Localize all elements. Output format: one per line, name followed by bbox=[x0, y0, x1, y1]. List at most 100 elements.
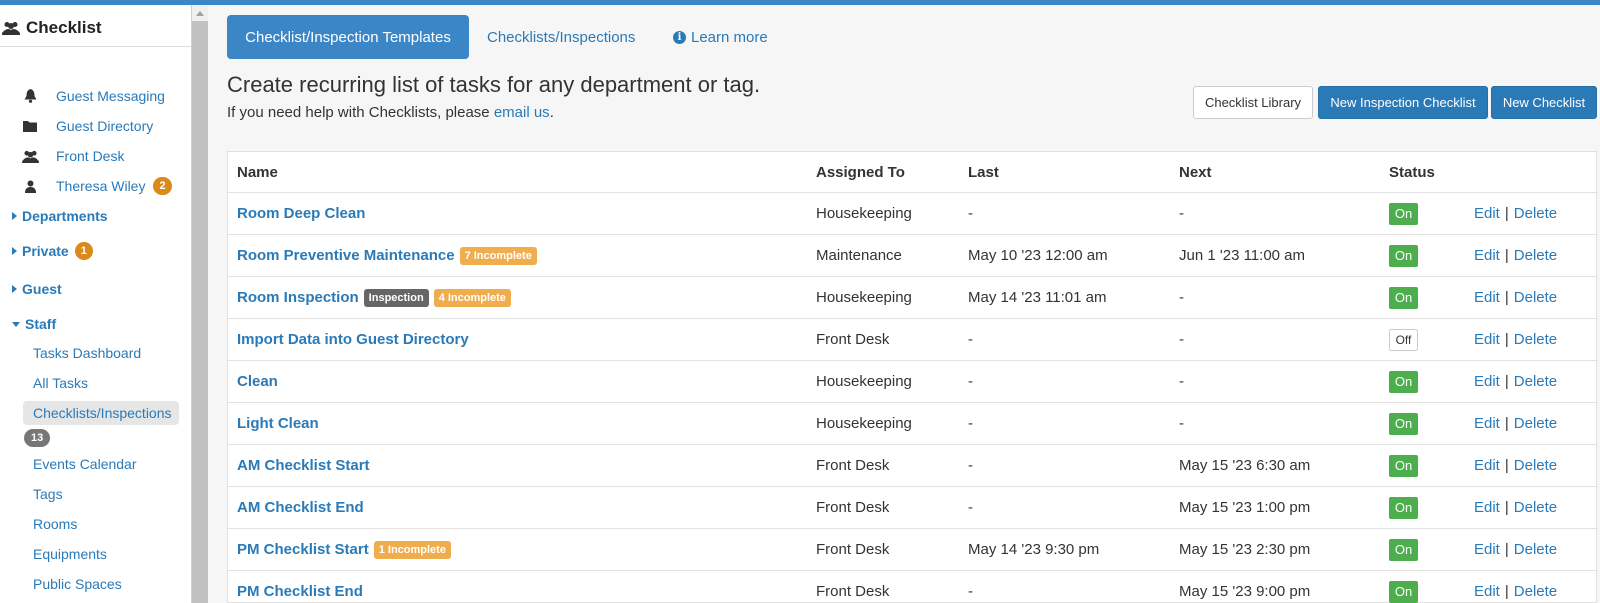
delete-link[interactable]: Delete bbox=[1514, 331, 1557, 348]
sidebar-item-rooms[interactable]: Rooms bbox=[33, 513, 77, 535]
delete-link[interactable]: Delete bbox=[1514, 541, 1557, 558]
status-toggle[interactable]: On bbox=[1389, 244, 1418, 267]
tab-checklists-inspections[interactable]: Checklists/Inspections bbox=[487, 15, 635, 59]
last-run-cell: May 14 '23 11:01 am bbox=[968, 289, 1107, 306]
status-tag: 4 Incomplete bbox=[433, 288, 511, 307]
action-separator: | bbox=[1504, 457, 1509, 474]
status-toggle[interactable]: On bbox=[1389, 412, 1418, 435]
edit-link[interactable]: Edit bbox=[1474, 373, 1500, 390]
assigned-to-cell: Front Desk bbox=[816, 457, 890, 474]
sidebar-item-guest-messaging[interactable]: Guest Messaging bbox=[0, 85, 165, 107]
checklist-name-link[interactable]: Room Preventive Maintenance bbox=[237, 247, 455, 264]
name-cell: Room Preventive Maintenance 7 Incomplete bbox=[237, 235, 537, 276]
table-row: Room Inspection Inspection 4 Incomplete Hou… bbox=[228, 276, 1598, 318]
name-cell: Room Deep Clean bbox=[237, 193, 365, 234]
edit-link[interactable]: Edit bbox=[1474, 247, 1500, 264]
status-toggle[interactable]: Off bbox=[1389, 328, 1418, 351]
checklist-name-link[interactable]: AM Checklist Start bbox=[237, 457, 370, 474]
edit-link[interactable]: Edit bbox=[1474, 499, 1500, 516]
table-row: PM Checklist End Front Desk - May 15 '23 9:… bbox=[228, 570, 1598, 603]
actions-cell: Edit | Delete bbox=[1474, 235, 1557, 276]
table-row: Light Clean Housekeeping - - On Edit | Delete bbox=[228, 402, 1598, 444]
table-row: Clean Housekeeping - - On Edit | Delete bbox=[228, 360, 1598, 402]
user-icon bbox=[18, 180, 42, 193]
new-checklist-button[interactable]: New Checklist bbox=[1491, 86, 1597, 119]
table-row: AM Checklist Start Front Desk - May 15 '23 … bbox=[228, 444, 1598, 486]
checklist-name-link[interactable]: PM Checklist Start bbox=[237, 541, 369, 558]
sidebar-section-departments[interactable]: Departments bbox=[12, 205, 108, 227]
sidebar-item-all-tasks[interactable]: All Tasks bbox=[33, 372, 88, 394]
learn-more-link[interactable]: i Learn more bbox=[673, 15, 768, 59]
last-run-cell: - bbox=[968, 331, 973, 348]
assigned-to-cell: Housekeeping bbox=[816, 205, 912, 222]
delete-link[interactable]: Delete bbox=[1514, 415, 1557, 432]
checklist-name-link[interactable]: Import Data into Guest Directory bbox=[237, 331, 469, 348]
delete-link[interactable]: Delete bbox=[1514, 457, 1557, 474]
sidebar-item-public-spaces[interactable]: Public Spaces bbox=[33, 573, 122, 595]
sidebar-item-front-desk[interactable]: Front Desk bbox=[0, 145, 124, 167]
sidebar-section-guest[interactable]: Guest bbox=[12, 278, 62, 300]
edit-link[interactable]: Edit bbox=[1474, 415, 1500, 432]
status-toggle[interactable]: On bbox=[1389, 496, 1418, 519]
checklist-name-link[interactable]: Room Deep Clean bbox=[237, 205, 365, 222]
status-toggle[interactable]: On bbox=[1389, 370, 1418, 393]
sidebar-item-tasks-dashboard[interactable]: Tasks Dashboard bbox=[33, 342, 141, 364]
status-toggle[interactable]: On bbox=[1389, 538, 1418, 561]
learn-more-label: Learn more bbox=[691, 28, 768, 46]
email-us-link[interactable]: email us bbox=[494, 104, 550, 121]
sidebar-section-private[interactable]: Private 1 bbox=[12, 240, 93, 262]
delete-link[interactable]: Delete bbox=[1514, 289, 1557, 306]
next-run-cell: - bbox=[1179, 289, 1184, 306]
edit-link[interactable]: Edit bbox=[1474, 583, 1500, 600]
checklist-name-link[interactable]: AM Checklist End bbox=[237, 499, 364, 516]
edit-link[interactable]: Edit bbox=[1474, 331, 1500, 348]
status-toggle[interactable]: On bbox=[1389, 580, 1418, 603]
checklist-name-link[interactable]: PM Checklist End bbox=[237, 583, 363, 600]
sidebar-section-staff[interactable]: Staff bbox=[12, 313, 56, 335]
edit-link[interactable]: Edit bbox=[1474, 289, 1500, 306]
status-toggle[interactable]: On bbox=[1389, 454, 1418, 477]
sidebar-item-checklists-inspections[interactable]: Checklists/Inspections bbox=[33, 402, 172, 424]
sidebar-item-events-calendar[interactable]: Events Calendar bbox=[33, 453, 137, 475]
edit-link[interactable]: Edit bbox=[1474, 541, 1500, 558]
sidebar-item-guest-directory[interactable]: Guest Directory bbox=[0, 115, 153, 137]
help-text: If you need help with Checklists, please… bbox=[227, 104, 554, 121]
checklist-library-button[interactable]: Checklist Library bbox=[1193, 86, 1313, 119]
sidebar-section-label: Staff bbox=[25, 316, 57, 332]
sidebar-item-equipments[interactable]: Equipments bbox=[33, 543, 107, 565]
checklist-name-link[interactable]: Room Inspection bbox=[237, 289, 359, 306]
assigned-to-cell: Maintenance bbox=[816, 247, 902, 264]
status-cell: On bbox=[1389, 235, 1418, 276]
delete-link[interactable]: Delete bbox=[1514, 205, 1557, 222]
sidebar-item-label: Front Desk bbox=[56, 148, 125, 164]
edit-link[interactable]: Edit bbox=[1474, 457, 1500, 474]
assigned-to-cell: Housekeeping bbox=[816, 415, 912, 432]
sidebar-item-tags[interactable]: Tags bbox=[33, 483, 63, 505]
next-run-cell: Jun 1 '23 11:00 am bbox=[1179, 247, 1306, 264]
checklist-name-link[interactable]: Light Clean bbox=[237, 415, 319, 432]
checklist-name-link[interactable]: Clean bbox=[237, 373, 278, 390]
status-toggle[interactable]: On bbox=[1389, 286, 1418, 309]
scroll-up-arrow-icon[interactable] bbox=[192, 5, 208, 21]
edit-link[interactable]: Edit bbox=[1474, 205, 1500, 222]
actions-cell: Edit | Delete bbox=[1474, 529, 1557, 570]
tab-checklist-inspection-templates[interactable]: Checklist/Inspection Templates bbox=[227, 15, 469, 59]
last-run-cell: - bbox=[968, 499, 973, 516]
status-cell: On bbox=[1389, 277, 1418, 318]
sidebar-item-theresa-wiley[interactable]: Theresa Wiley 2 bbox=[0, 175, 172, 197]
actions-cell: Edit | Delete bbox=[1474, 319, 1557, 360]
delete-link[interactable]: Delete bbox=[1514, 499, 1557, 516]
delete-link[interactable]: Delete bbox=[1514, 583, 1557, 600]
new-inspection-checklist-button[interactable]: New Inspection Checklist bbox=[1318, 86, 1488, 119]
delete-link[interactable]: Delete bbox=[1514, 373, 1557, 390]
last-run-cell: - bbox=[968, 457, 973, 474]
assigned-to-cell: Housekeeping bbox=[816, 373, 912, 390]
actions-cell: Edit | Delete bbox=[1474, 361, 1557, 402]
column-header-next: Next bbox=[1179, 164, 1212, 181]
delete-link[interactable]: Delete bbox=[1514, 247, 1557, 264]
status-toggle[interactable]: On bbox=[1389, 202, 1418, 225]
bell-icon bbox=[18, 89, 42, 103]
status-cell: On bbox=[1389, 193, 1418, 234]
sidebar-scrollbar[interactable] bbox=[191, 5, 208, 603]
table-row: AM Checklist End Front Desk - May 15 '23 1:… bbox=[228, 486, 1598, 528]
